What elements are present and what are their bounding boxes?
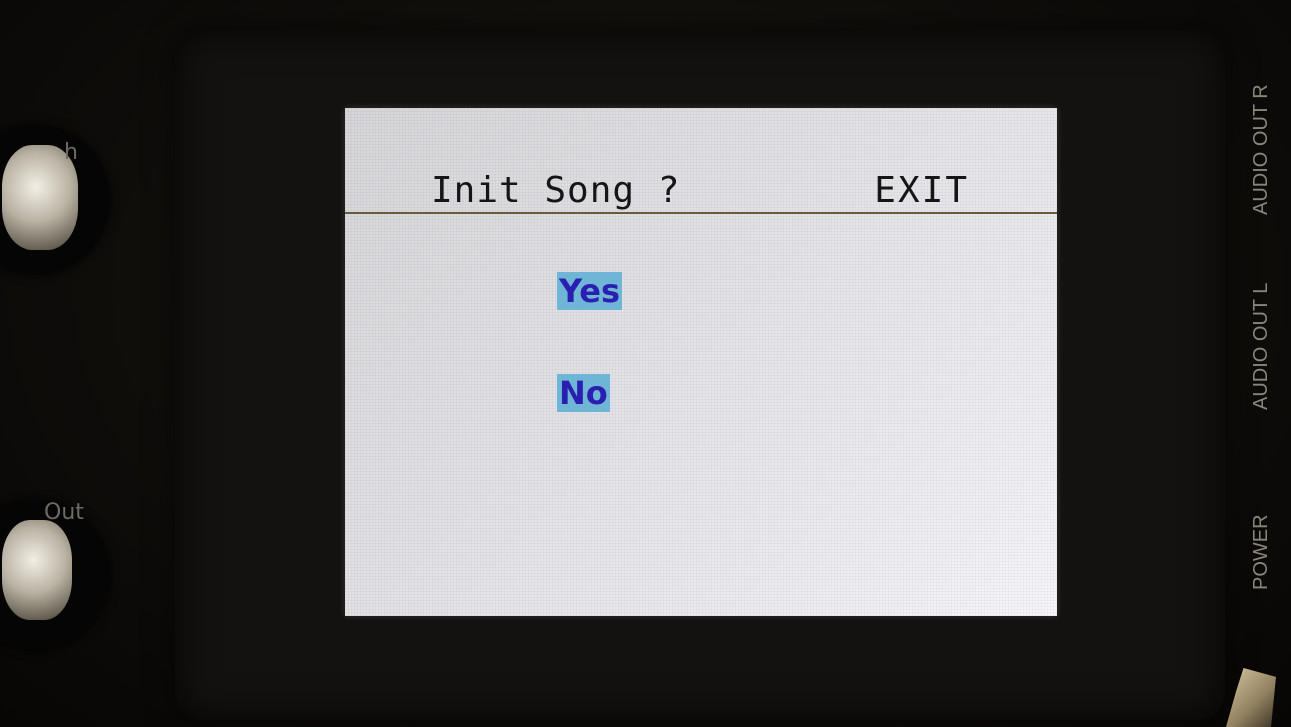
knob-label-bottom: Out: [44, 500, 84, 525]
audio-out-l-label: AUDIO OUT L: [1250, 282, 1272, 410]
page-title: Init Song ?: [431, 170, 681, 211]
left-knob-top[interactable]: [0, 125, 110, 275]
screen-header: Init Song ? EXIT: [345, 108, 1057, 214]
cable-tip: [1226, 668, 1276, 727]
audio-out-r-label: AUDIO OUT R: [1250, 84, 1272, 215]
knob-label-top: h: [64, 140, 78, 165]
power-label: POWER: [1250, 514, 1272, 590]
lcd-screen: Init Song ? EXIT Yes No: [345, 108, 1057, 616]
no-option[interactable]: No: [557, 374, 610, 412]
device-panel: h Out AUDIO OUT R AUDIO OUT L POWER Init…: [0, 0, 1291, 727]
exit-button[interactable]: EXIT: [874, 170, 969, 211]
yes-option[interactable]: Yes: [557, 272, 622, 310]
knob-cap: [2, 520, 72, 620]
